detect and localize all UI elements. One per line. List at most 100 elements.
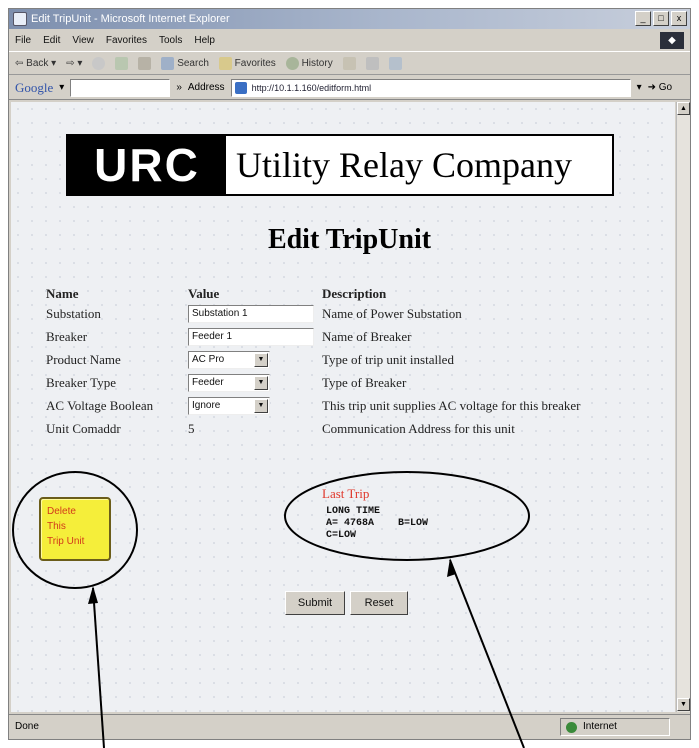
address-url: http://10.1.1.160/editform.html xyxy=(251,82,372,93)
favorites-button[interactable]: Favorites xyxy=(218,56,276,70)
trip-line-1: LONG TIME xyxy=(326,506,381,517)
row-description: This trip unit supplies AC voltage for t… xyxy=(322,397,581,413)
row-name: AC Voltage Boolean xyxy=(46,397,154,413)
header-name: Name xyxy=(46,286,79,301)
substation-input[interactable]: Substation 1 xyxy=(188,304,314,323)
maximize-button[interactable]: □ xyxy=(653,11,669,26)
row-description: Name of Breaker xyxy=(322,328,412,344)
table-row: Product Name AC Pro ▼ Type of trip unit … xyxy=(46,348,581,371)
print-icon[interactable] xyxy=(365,56,379,70)
logo-company-name: Utility Relay Company xyxy=(236,145,572,185)
chevron-down-icon[interactable]: ▼ xyxy=(254,398,268,413)
window-title: Edit TripUnit - Microsoft Internet Explo… xyxy=(31,13,230,25)
delete-line-2: This xyxy=(47,521,66,532)
table-header-row: Name Value Description xyxy=(46,286,581,302)
breaker-input[interactable]: Feeder 1 xyxy=(188,327,314,346)
search-button[interactable]: Search xyxy=(161,56,209,70)
chevron-down-icon[interactable]: ▼ xyxy=(254,352,268,367)
menu-edit[interactable]: Edit xyxy=(43,35,60,46)
status-text: Done xyxy=(15,721,39,732)
table-row: Breaker Feeder 1 Name of Breaker xyxy=(46,325,581,348)
favorites-icon xyxy=(218,56,232,70)
menu-tools[interactable]: Tools xyxy=(159,35,182,46)
toolbar-chevron-icon[interactable]: » xyxy=(176,82,182,93)
edit-form-table: Name Value Description Substation Substa… xyxy=(46,286,581,440)
go-label: Go xyxy=(658,82,673,93)
refresh-icon[interactable] xyxy=(115,56,129,70)
google-search-input[interactable] xyxy=(70,78,171,97)
header-value: Value xyxy=(188,286,220,301)
delete-trip-unit-button[interactable]: Delete This Trip Unit xyxy=(39,497,111,561)
menu-file[interactable]: File xyxy=(15,35,31,46)
scroll-down-icon[interactable]: ▼ xyxy=(677,698,690,711)
row-name: Breaker Type xyxy=(46,374,116,390)
logo-mark: URC xyxy=(68,136,226,194)
last-trip-label: Last Trip xyxy=(322,486,370,501)
chevron-down-icon[interactable]: ▼ xyxy=(254,375,268,390)
table-row: Substation Substation 1 Name of Power Su… xyxy=(46,302,581,325)
go-button[interactable]: ➜ Go xyxy=(648,82,673,93)
table-row: Unit Comaddr 5 Communication Address for… xyxy=(46,417,581,440)
breaker-type-select[interactable]: Feeder ▼ xyxy=(188,373,270,392)
header-description: Description xyxy=(322,286,387,301)
search-icon xyxy=(161,56,175,70)
history-button[interactable]: History xyxy=(285,56,333,70)
history-icon xyxy=(285,56,299,70)
menu-view[interactable]: View xyxy=(72,35,94,46)
minimize-button[interactable]: _ xyxy=(635,11,651,26)
row-name: Substation xyxy=(46,305,101,321)
back-arrow-icon: ⇦ xyxy=(15,57,24,69)
address-label: Address xyxy=(187,82,225,93)
ac-voltage-select[interactable]: Ignore ▼ xyxy=(188,396,270,415)
go-arrow-icon: ➜ xyxy=(647,82,656,93)
breaker-type-value: Feeder xyxy=(192,376,224,388)
page-icon xyxy=(234,81,247,94)
reset-button[interactable]: Reset xyxy=(350,591,408,615)
row-description: Name of Power Substation xyxy=(322,305,462,321)
table-row: AC Voltage Boolean Ignore ▼ This trip un… xyxy=(46,394,581,417)
table-row: Breaker Type Feeder ▼ Type of Breaker xyxy=(46,371,581,394)
standard-toolbar: ⇦ Back ▾ ⇨ ▾ Search Favorites History xyxy=(9,51,690,75)
submit-button[interactable]: Submit xyxy=(285,591,345,615)
row-description: Type of trip unit installed xyxy=(322,351,454,367)
zone-label: Internet xyxy=(583,720,617,732)
menu-help[interactable]: Help xyxy=(194,35,215,46)
product-name-select[interactable]: AC Pro ▼ xyxy=(188,350,270,369)
vertical-scrollbar[interactable]: ▲ ▼ xyxy=(676,102,690,712)
mail-icon[interactable] xyxy=(342,56,356,70)
menu-bar: File Edit View Favorites Tools Help xyxy=(9,30,690,50)
security-zone: Internet xyxy=(560,717,670,736)
search-label: Search xyxy=(177,57,209,69)
back-button[interactable]: ⇦ Back ▾ xyxy=(15,58,56,69)
forward-arrow-icon: ⇨ xyxy=(66,57,75,69)
edit-icon[interactable] xyxy=(388,56,402,70)
google-dropdown-icon[interactable]: ▾ xyxy=(59,82,64,93)
trip-line-2: A= 4768A B=LOW xyxy=(326,518,429,529)
close-button[interactable]: x xyxy=(671,11,687,26)
globe-icon xyxy=(566,721,577,733)
page-title: Edit TripUnit xyxy=(267,224,432,255)
product-name-value: AC Pro xyxy=(192,353,225,365)
title-bar: Edit TripUnit - Microsoft Internet Explo… xyxy=(9,9,690,29)
home-icon[interactable] xyxy=(138,56,152,70)
row-name: Breaker xyxy=(46,328,88,344)
address-dropdown-icon[interactable]: ▾ xyxy=(637,82,642,93)
history-label: History xyxy=(301,57,333,69)
status-bar: Done Internet xyxy=(9,714,690,738)
company-logo: URC Utility Relay Company xyxy=(66,134,614,196)
row-description: Type of Breaker xyxy=(322,374,407,390)
address-input[interactable]: http://10.1.1.160/editform.html xyxy=(230,78,631,97)
address-bar: Google ▾ » Address http://10.1.1.160/edi… xyxy=(9,76,690,100)
window-controls: _ □ x xyxy=(635,11,687,26)
delete-line-1: Delete xyxy=(47,506,76,517)
stop-icon[interactable] xyxy=(92,56,106,70)
google-toolbar-logo[interactable]: Google xyxy=(15,80,53,96)
trip-line-3: C=LOW xyxy=(326,530,357,541)
scroll-up-icon[interactable]: ▲ xyxy=(677,102,690,115)
back-label: Back xyxy=(26,57,49,69)
menu-favorites[interactable]: Favorites xyxy=(106,35,147,46)
favorites-label: Favorites xyxy=(234,57,276,69)
forward-button[interactable]: ⇨ ▾ xyxy=(66,58,82,69)
row-name: Product Name xyxy=(46,351,121,367)
ie-icon xyxy=(13,12,27,26)
